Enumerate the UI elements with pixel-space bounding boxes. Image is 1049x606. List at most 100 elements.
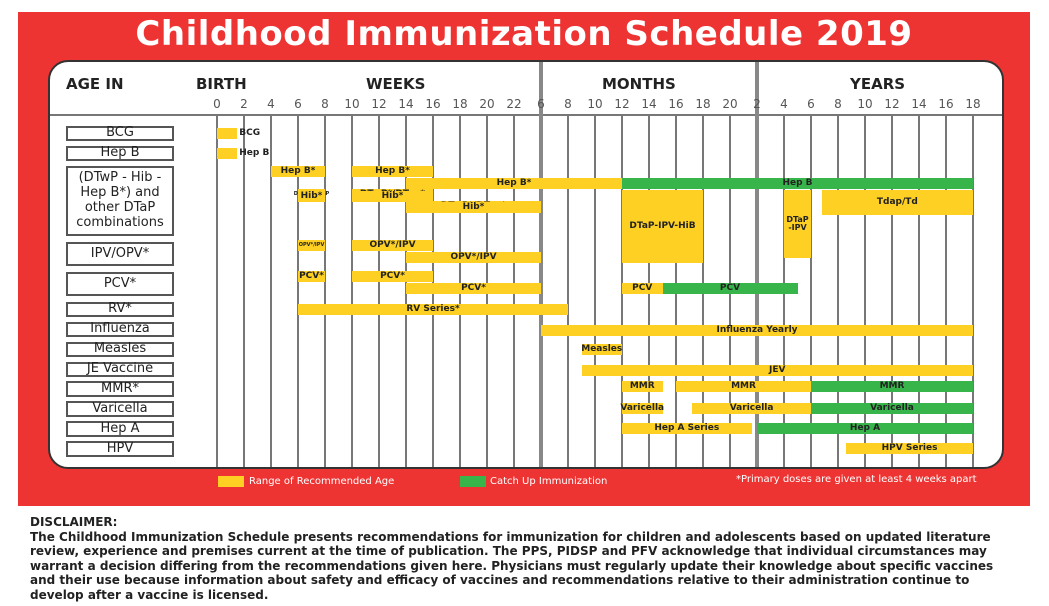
schedule-bar [217, 128, 238, 139]
schedule-bar: PCV* [406, 282, 541, 294]
gridline [594, 115, 596, 467]
bar-label: HPV Series [881, 443, 938, 453]
bar-label: JEV [769, 365, 786, 375]
legend-label-recommended: Range of Recommended Age [249, 476, 395, 487]
schedule-bar: DTaP -IPV [784, 190, 811, 258]
bar-label: Influenza Yearly [716, 325, 798, 335]
schedule-bar: Hep B* [352, 166, 433, 177]
x-tick-label: 14 [911, 97, 927, 111]
x-tick-label: 0 [213, 97, 221, 111]
bar-label: OPV*/IPV [298, 242, 325, 248]
row-label: MMR* [66, 381, 174, 397]
x-tick-label: 18 [965, 97, 981, 111]
schedule-bar: Varicella [811, 403, 973, 414]
row-label: HPV [66, 441, 174, 457]
header-months: MONTHS [602, 75, 676, 93]
x-tick-label: 14 [398, 97, 414, 111]
row-label: Varicella [66, 401, 174, 417]
schedule-bar: DTaP-IPV-HiB [622, 190, 703, 263]
bar-label: RV Series* [406, 304, 460, 314]
x-tick-label: 12 [371, 97, 387, 111]
row-label: Measles [66, 341, 174, 357]
gridline [945, 115, 947, 467]
page-title: Childhood Immunization Schedule 2019 [135, 14, 913, 54]
bar-label: Varicella [729, 403, 774, 413]
bar-label: Measles [581, 344, 623, 354]
bar-label: Hep B* [375, 166, 410, 176]
bar-label: PCV* [299, 271, 324, 281]
x-tick-label: 4 [267, 97, 275, 111]
x-tick-label: 2 [240, 97, 248, 111]
schedule-bar: OPV*/IPV [406, 251, 541, 263]
x-tick-label: 18 [452, 97, 468, 111]
schedule-bar: Varicella [620, 403, 664, 414]
bar-label: PCV [632, 282, 653, 293]
legend-swatch-catch-up [460, 476, 486, 487]
header-divider [50, 114, 1002, 116]
header-age-in: AGE IN [66, 75, 124, 93]
schedule-bar: Hep A [757, 423, 973, 434]
schedule-bar: MMR [622, 381, 663, 392]
legend-label-catch-up: Catch Up Immunization [490, 476, 608, 487]
disclaimer-heading: DISCLAIMER: [30, 515, 118, 529]
schedule-bar: PCV [622, 282, 663, 294]
footnote: *Primary doses are given at least 4 week… [736, 474, 977, 485]
bar-label: Hib* [300, 190, 323, 201]
schedule-bar: Hib* [352, 190, 433, 202]
x-tick-label: 6 [294, 97, 302, 111]
gridline [810, 115, 812, 467]
x-tick-label: 14 [641, 97, 657, 111]
bar-label: DTaP -IPV [786, 215, 809, 232]
x-tick-label: 20 [479, 97, 495, 111]
bar-label: PCV* [380, 271, 405, 281]
x-tick-label: 10 [587, 97, 603, 111]
schedule-bar: Hep B* [271, 166, 325, 177]
legend-swatch-recommended [218, 476, 244, 487]
x-tick-label: 8 [321, 97, 329, 111]
gridline [837, 115, 839, 467]
row-label: RV* [66, 301, 174, 317]
bar-label: Tdap/Td [876, 197, 918, 207]
bar-label: Hib* [462, 202, 485, 212]
gridline [891, 115, 893, 467]
x-tick-label: 16 [668, 97, 684, 111]
x-tick-label: 10 [857, 97, 873, 111]
schedule-bar: Tdap/Td [821, 190, 973, 215]
schedule-bar: HPV Series [846, 443, 973, 454]
x-tick-label: 10 [344, 97, 360, 111]
header-years: YEARS [850, 75, 906, 93]
bar-label: Varicella [870, 403, 914, 413]
schedule-bar: OPV*/IPV [298, 240, 325, 251]
row-label: PCV* [66, 272, 174, 296]
x-tick-label: 18 [695, 97, 711, 111]
gridline [539, 62, 543, 467]
row-label: JE Vaccine [66, 361, 174, 377]
gridline [918, 115, 920, 467]
header-weeks: WEEKS [366, 75, 426, 93]
schedule-bar: MMR [811, 381, 973, 392]
header-birth: BIRTH [196, 75, 247, 93]
x-tick-label: 16 [938, 97, 954, 111]
x-tick-label: 12 [614, 97, 630, 111]
bar-label: Hib* [381, 190, 404, 201]
disclaimer-text: The Childhood Immunization Schedule pres… [30, 529, 994, 602]
schedule-bar: Hib* [406, 202, 541, 213]
x-tick-label: 6 [537, 97, 545, 111]
bar-label: Hep B* [496, 177, 532, 188]
x-tick-label: 12 [884, 97, 900, 111]
gridline [567, 115, 569, 467]
schedule-chart: AGE IN BIRTH WEEKS MONTHS YEARS 0 2 4 6 8 10 1… [48, 60, 1004, 469]
schedule-bar: Hep B* [406, 177, 622, 189]
bar-label: OPV*/IPV [369, 240, 416, 250]
row-label: BCG [66, 125, 174, 141]
schedule-bar: Hib* [298, 190, 325, 202]
bar-label: OPV*/IPV [450, 251, 497, 262]
bar-label: MMR [629, 381, 655, 391]
gridline [243, 115, 245, 467]
bar-label: BCG [239, 128, 261, 138]
bar-label: PCV [719, 282, 741, 293]
schedule-bar: Measles [581, 344, 623, 355]
schedule-bar: PCV* [298, 271, 325, 282]
gridline [972, 115, 974, 467]
row-label: Hep B [66, 145, 174, 161]
